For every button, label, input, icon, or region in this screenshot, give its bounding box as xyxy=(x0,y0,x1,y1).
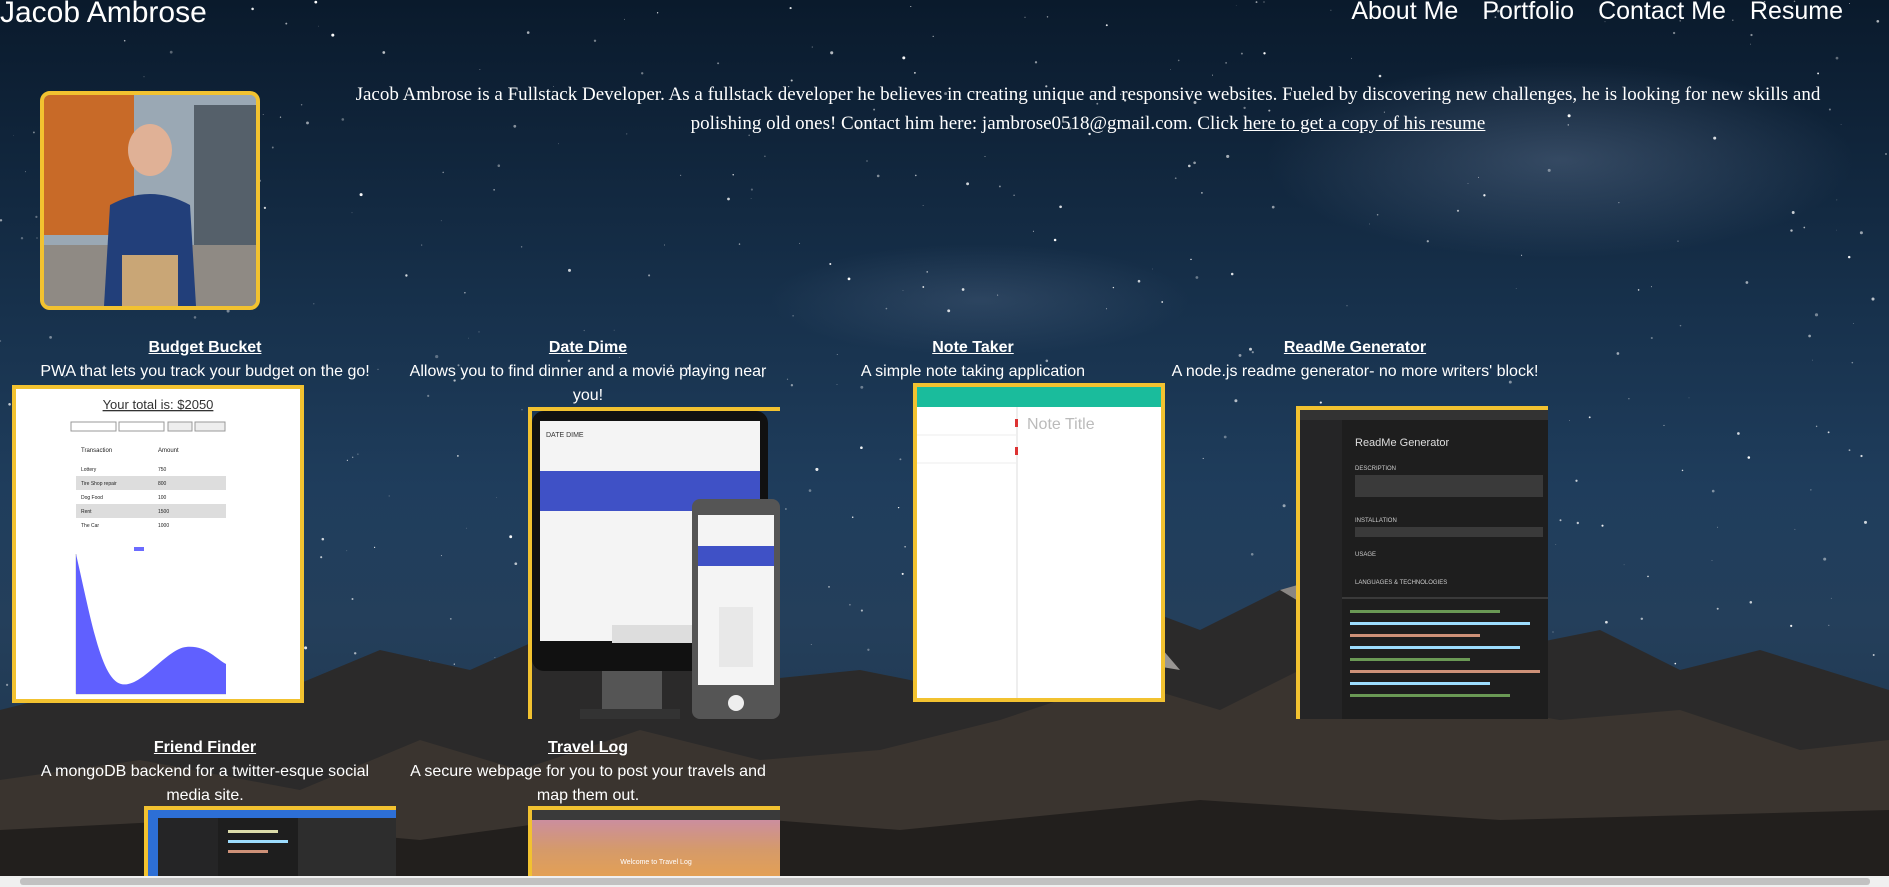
thumbnail-readme-generator[interactable]: ReadMe Generator DESCRIPTION INSTALLATIO… xyxy=(1296,406,1548,719)
svg-text:Dog Food: Dog Food xyxy=(81,495,103,501)
project-title-budget-bucket[interactable]: Budget Bucket xyxy=(20,338,390,358)
nav-resume[interactable]: Resume xyxy=(1750,0,1843,26)
resume-link[interactable]: here to get a copy of his resume xyxy=(1243,113,1485,134)
scrollbar-thumb[interactable] xyxy=(20,878,1870,885)
project-title-date-dime[interactable]: Date Dime xyxy=(403,338,773,358)
nav-contact-me[interactable]: Contact Me xyxy=(1598,0,1726,26)
thumbnail-note-taker[interactable]: Note Title xyxy=(913,383,1165,702)
nav-portfolio[interactable]: Portfolio xyxy=(1482,0,1574,26)
site-header: Jacob Ambrose About Me Portfolio Contact… xyxy=(0,0,1889,30)
bio-text: Jacob Ambrose is a Fullstack Developer. … xyxy=(355,84,1821,134)
svg-text:The Car: The Car xyxy=(81,523,99,529)
project-title-note-taker[interactable]: Note Taker xyxy=(788,338,1158,358)
project-title-friend-finder[interactable]: Friend Finder xyxy=(20,738,390,758)
svg-text:USAGE: USAGE xyxy=(1355,552,1376,558)
project-title-travel-log[interactable]: Travel Log xyxy=(403,738,773,758)
svg-text:750: 750 xyxy=(158,467,167,473)
project-note-taker: Note Taker A simple note taking applicat… xyxy=(788,338,1158,384)
svg-text:DATE DIME: DATE DIME xyxy=(546,432,584,439)
project-title-readme-generator[interactable]: ReadMe Generator xyxy=(1170,338,1540,358)
project-date-dime: Date Dime Allows you to find dinner and … xyxy=(403,338,773,408)
project-readme-generator: ReadMe Generator A node.js readme genera… xyxy=(1170,338,1540,384)
thumbnail-friend-finder[interactable] xyxy=(144,806,396,876)
project-desc-date-dime: Allows you to find dinner and a movie pl… xyxy=(409,363,767,404)
project-budget-bucket: Budget Bucket PWA that lets you track yo… xyxy=(20,338,390,384)
svg-text:Lottery: Lottery xyxy=(81,467,97,473)
svg-text:INSTALLATION: INSTALLATION xyxy=(1355,518,1397,524)
budget-total-text: Your total is: $2050 xyxy=(103,397,214,412)
svg-text:LANGUAGES & TECHNOLOGIES: LANGUAGES & TECHNOLOGIES xyxy=(1355,580,1447,586)
svg-text:Tire Shop repair: Tire Shop repair xyxy=(81,481,117,487)
site-name: Jacob Ambrose xyxy=(0,0,207,29)
nav-about-me[interactable]: About Me xyxy=(1351,0,1458,26)
main-nav: About Me Portfolio Contact Me Resume xyxy=(1351,0,1843,26)
thumbnail-date-dime[interactable]: DATE DIME xyxy=(528,407,780,719)
thumbnail-travel-log[interactable]: Welcome to Travel Log xyxy=(528,806,780,876)
svg-text:Amount: Amount xyxy=(158,448,179,454)
bio-paragraph: Jacob Ambrose is a Fullstack Developer. … xyxy=(324,80,1852,138)
project-desc-friend-finder: A mongoDB backend for a twitter-esque so… xyxy=(40,763,370,804)
thumbnail-budget-bucket[interactable]: Your total is: $2050 Transaction Amount … xyxy=(12,385,304,703)
svg-text:Welcome to Travel Log: Welcome to Travel Log xyxy=(620,859,692,866)
svg-text:Transaction: Transaction xyxy=(81,448,112,454)
svg-text:DESCRIPTION: DESCRIPTION xyxy=(1355,466,1396,472)
profile-photo xyxy=(40,91,260,310)
note-title-placeholder: Note Title xyxy=(1027,416,1095,433)
project-desc-readme-generator: A node.js readme generator- no more writ… xyxy=(1171,363,1539,380)
svg-text:ReadMe Generator: ReadMe Generator xyxy=(1355,437,1449,449)
horizontal-scrollbar[interactable] xyxy=(0,876,1889,887)
svg-text:800: 800 xyxy=(158,481,167,487)
project-desc-note-taker: A simple note taking application xyxy=(860,363,1086,380)
svg-text:1000: 1000 xyxy=(158,523,169,529)
project-travel-log: Travel Log A secure webpage for you to p… xyxy=(403,738,773,808)
project-desc-travel-log: A secure webpage for you to post your tr… xyxy=(410,763,766,804)
svg-text:100: 100 xyxy=(158,495,167,501)
svg-text:1500: 1500 xyxy=(158,509,169,515)
svg-text:Rent: Rent xyxy=(81,509,92,515)
project-desc-budget-bucket: PWA that lets you track your budget on t… xyxy=(40,363,370,380)
project-friend-finder: Friend Finder A mongoDB backend for a tw… xyxy=(20,738,390,808)
